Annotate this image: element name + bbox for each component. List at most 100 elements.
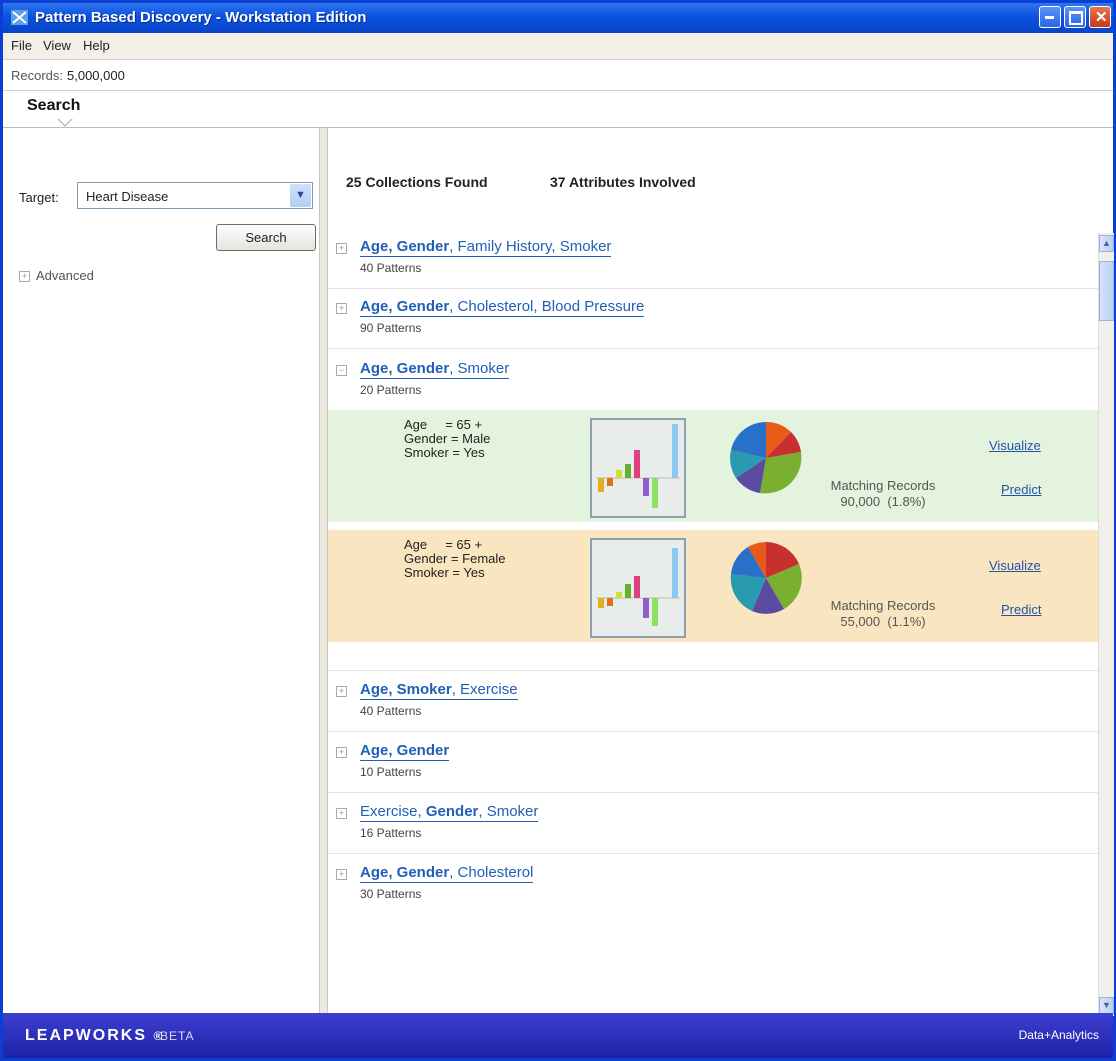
collection-other-attrs: , Cholesterol xyxy=(449,864,534,881)
footer-bar: LEAPWORKS ® BETA Data+Analytics xyxy=(3,1013,1113,1058)
collection-pattern-count: 40 Patterns xyxy=(360,261,422,275)
collection-item[interactable]: + Age, Gender, Cholesterol, Blood Pressu… xyxy=(328,288,1098,349)
records-value: 5,000,000 xyxy=(67,68,125,83)
pie-chart-thumbnail[interactable] xyxy=(728,420,804,496)
expand-icon[interactable]: + xyxy=(19,271,30,283)
visualize-link[interactable]: Visualize xyxy=(989,438,1041,453)
collection-item[interactable]: + Age, Smoker, Exercise 40 Patterns xyxy=(328,671,1098,732)
matching-label: Matching Records xyxy=(830,478,936,493)
matching-label: Matching Records xyxy=(830,598,936,613)
collection-title[interactable]: Age, Gender xyxy=(360,742,450,761)
scroll-thumb[interactable] xyxy=(1099,261,1114,321)
collection-item[interactable]: + Exercise, Gender, Smoker 16 Patterns xyxy=(328,793,1098,854)
menu-help[interactable]: Help xyxy=(83,38,110,53)
search-button[interactable]: Search xyxy=(216,224,316,251)
scroll-up-icon[interactable]: ▲ xyxy=(1099,235,1114,252)
collection-key-attrs: Age, Gender xyxy=(360,238,450,255)
advanced-toggle[interactable]: + Advanced xyxy=(19,268,94,283)
matching-value: 90,000 (1.8%) xyxy=(840,494,926,509)
tab-bar: Search xyxy=(3,91,1113,128)
collection-item[interactable]: + Age, Gender 10 Patterns xyxy=(328,732,1098,793)
pattern-condition: Age = 65 + xyxy=(404,417,483,432)
collection-key-attrs: Age, Gender xyxy=(360,360,450,377)
collection-pattern-count: 40 Patterns xyxy=(360,704,422,718)
matching-records: Matching Records 55,000 (1.1%) xyxy=(823,598,943,630)
menu-bar: File View Help xyxy=(3,33,1113,60)
expand-icon[interactable]: + xyxy=(336,808,347,819)
expand-icon[interactable]: + xyxy=(336,243,347,254)
collection-other-attrs: , Smoker xyxy=(449,360,510,377)
collection-pattern-count: 20 Patterns xyxy=(360,383,422,397)
expand-icon[interactable]: + xyxy=(336,686,347,697)
predict-link[interactable]: Predict xyxy=(1001,602,1041,617)
title-bar[interactable]: Pattern Based Discovery - Workstation Ed… xyxy=(3,3,1113,33)
collection-other-attrs: , Smoker xyxy=(478,803,539,820)
leapworks-logo: LEAPWORKS ® xyxy=(25,1027,165,1044)
collection-pattern-count: 90 Patterns xyxy=(360,321,422,335)
collection-other-attrs: , Family History, Smoker xyxy=(449,238,612,255)
matching-value: 55,000 (1.1%) xyxy=(840,614,926,629)
expand-icon[interactable]: + xyxy=(336,303,347,314)
collapse-icon[interactable]: − xyxy=(336,365,347,376)
collection-title[interactable]: Age, Smoker, Exercise xyxy=(360,681,518,700)
collection-key-attrs: Age, Gender xyxy=(360,742,450,759)
collection-key-attrs: Age, Smoker xyxy=(360,681,452,698)
maximize-button[interactable] xyxy=(1064,6,1086,28)
collection-pattern-count: 30 Patterns xyxy=(360,887,422,901)
pattern-condition: Age = 65 + xyxy=(404,537,483,552)
tab-indicator xyxy=(57,118,73,127)
menu-view[interactable]: View xyxy=(43,38,71,53)
expand-icon[interactable]: + xyxy=(336,747,347,758)
collection-other-attrs: , Exercise xyxy=(451,681,518,698)
app-window: Pattern Based Discovery - Workstation Ed… xyxy=(0,0,1116,1061)
collection-title[interactable]: Age, Gender, Cholesterol, Blood Pressure xyxy=(360,298,645,317)
collection-other-attrs: Exercise, xyxy=(360,803,426,820)
target-select[interactable]: Heart Disease ▼ xyxy=(77,182,313,209)
pattern-row: Age = 65 + Gender = Male Smoker = Yes Ma… xyxy=(328,410,1098,522)
menu-file[interactable]: File xyxy=(11,38,32,53)
pattern-condition: Smoker = Yes xyxy=(404,445,485,460)
visualize-link[interactable]: Visualize xyxy=(989,558,1041,573)
collection-title[interactable]: Exercise, Gender, Smoker xyxy=(360,803,539,822)
pie-chart-thumbnail[interactable] xyxy=(728,540,804,616)
window-title: Pattern Based Discovery - Workstation Ed… xyxy=(35,9,367,26)
chevron-down-icon[interactable]: ▼ xyxy=(290,184,311,207)
minimize-button[interactable] xyxy=(1039,6,1061,28)
pattern-row: Age = 65 + Gender = Female Smoker = Yes xyxy=(328,530,1098,642)
collection-key-attrs: Age, Gender xyxy=(360,298,450,315)
collections-found: 25 Collections Found xyxy=(346,174,488,190)
advanced-label: Advanced xyxy=(36,268,94,283)
tab-search[interactable]: Search xyxy=(27,97,80,115)
bar-chart-thumbnail[interactable] xyxy=(590,418,686,518)
collection-title[interactable]: Age, Gender, Cholesterol xyxy=(360,864,534,883)
collection-key-attrs: Gender xyxy=(425,803,479,820)
collection-item[interactable]: + Age, Gender, Cholesterol 30 Patterns xyxy=(328,854,1098,914)
collection-item-expanded[interactable]: − Age, Gender, Smoker 20 Patterns Age = … xyxy=(328,350,1098,671)
data-analytics-label: Data+Analytics xyxy=(1018,1028,1099,1042)
collection-item[interactable]: + Age, Gender, Family History, Smoker 40… xyxy=(328,228,1098,289)
records-label: Records: xyxy=(11,68,64,83)
collection-title[interactable]: Age, Gender, Smoker xyxy=(360,360,510,379)
bar-chart-thumbnail[interactable] xyxy=(590,538,686,638)
target-label: Target: xyxy=(19,190,59,205)
vertical-scrollbar[interactable]: ▲ ▼ xyxy=(1098,233,1114,1016)
search-panel: Target: Heart Disease ▼ Search + Advanced xyxy=(3,128,319,1016)
expand-icon[interactable]: + xyxy=(336,869,347,880)
pattern-condition: Gender = Female xyxy=(404,551,506,566)
pattern-condition: Smoker = Yes xyxy=(404,565,485,580)
beta-label: BETA xyxy=(160,1029,195,1043)
pattern-condition: Gender = Male xyxy=(404,431,491,446)
app-icon xyxy=(11,10,28,25)
records-bar: Records: 5,000,000 xyxy=(3,60,1113,91)
predict-link[interactable]: Predict xyxy=(1001,482,1041,497)
close-button[interactable]: ✕ xyxy=(1089,6,1111,28)
results-panel: 25 Collections Found 37 Attributes Invol… xyxy=(328,128,1098,1016)
collection-other-attrs: , Cholesterol, Blood Pressure xyxy=(449,298,645,315)
pane-splitter[interactable] xyxy=(319,128,328,1016)
collection-pattern-count: 16 Patterns xyxy=(360,826,422,840)
collection-title[interactable]: Age, Gender, Family History, Smoker xyxy=(360,238,612,257)
target-value: Heart Disease xyxy=(86,189,169,204)
collection-key-attrs: Age, Gender xyxy=(360,864,450,881)
collection-pattern-count: 10 Patterns xyxy=(360,765,422,779)
scroll-down-icon[interactable]: ▼ xyxy=(1099,997,1114,1014)
